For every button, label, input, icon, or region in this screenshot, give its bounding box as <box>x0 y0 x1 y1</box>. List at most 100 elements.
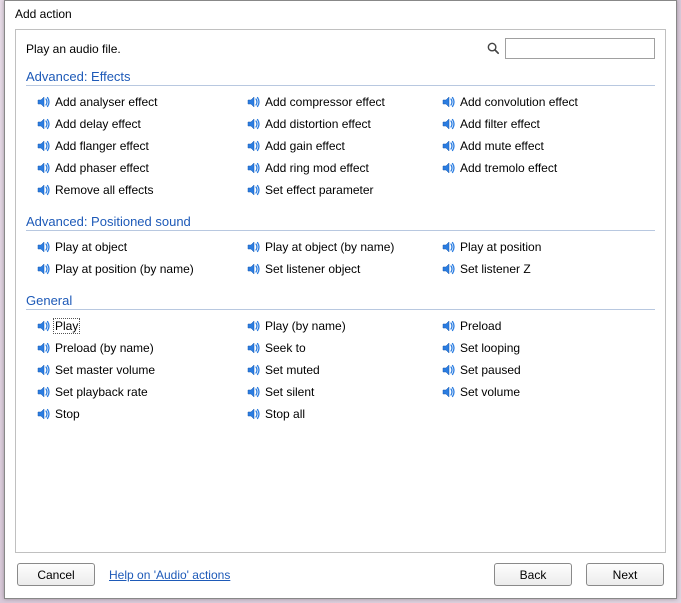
action-item-label: Add ring mod effect <box>264 161 370 175</box>
action-item[interactable]: Add delay effect <box>36 114 146 134</box>
sound-icon <box>441 384 457 400</box>
action-item[interactable]: Add compressor effect <box>246 92 390 112</box>
sound-icon <box>36 384 52 400</box>
action-item[interactable]: Add filter effect <box>441 114 545 134</box>
action-item[interactable]: Play at position (by name) <box>36 259 199 279</box>
action-item-label: Set listener Z <box>459 262 532 276</box>
sound-icon <box>36 182 52 198</box>
action-item-label: Set volume <box>459 385 521 399</box>
action-item-label: Play <box>53 318 80 334</box>
back-button[interactable]: Back <box>494 563 572 586</box>
action-item[interactable]: Play at object <box>36 237 132 257</box>
action-item[interactable]: Set listener object <box>246 259 365 279</box>
sound-icon <box>36 160 52 176</box>
action-item[interactable]: Add flanger effect <box>36 136 154 156</box>
sound-icon <box>246 406 262 422</box>
action-item[interactable]: Play at object (by name) <box>246 237 399 257</box>
action-item-label: Add filter effect <box>459 117 541 131</box>
sound-icon <box>36 362 52 378</box>
group-grid: Play at object Play at object (by name) Pl… <box>26 237 655 279</box>
action-item[interactable]: Add mute effect <box>441 136 549 156</box>
action-item[interactable]: Preload <box>441 316 506 336</box>
action-item-label: Stop all <box>264 407 306 421</box>
action-item-label: Add delay effect <box>54 117 142 131</box>
action-item-label: Preload <box>459 319 502 333</box>
action-item[interactable]: Add analyser effect <box>36 92 163 112</box>
search-input[interactable] <box>505 38 655 59</box>
footer: Cancel Help on 'Audio' actions Back Next <box>5 553 676 598</box>
cancel-button[interactable]: Cancel <box>17 563 95 586</box>
groups-host: Advanced: EffectsAdd analyser effectAdd … <box>26 69 655 424</box>
sound-icon <box>441 239 457 255</box>
action-item-label: Set looping <box>459 341 521 355</box>
action-item-label: Set muted <box>264 363 321 377</box>
action-item-label: Add mute effect <box>459 139 545 153</box>
action-item-label: Play at object <box>54 240 128 254</box>
action-item[interactable]: Set paused <box>441 360 526 380</box>
action-item-label: Set master volume <box>54 363 156 377</box>
action-item[interactable]: Set listener Z <box>441 259 536 279</box>
content-panel: Play an audio file. Advanced: EffectsAdd… <box>15 29 666 553</box>
sound-icon <box>441 318 457 334</box>
sound-icon <box>441 340 457 356</box>
sound-icon <box>246 362 262 378</box>
sound-icon <box>36 406 52 422</box>
action-item-label: Add analyser effect <box>54 95 159 109</box>
action-item[interactable]: Add phaser effect <box>36 158 154 178</box>
sound-icon <box>441 94 457 110</box>
action-item[interactable]: Set effect parameter <box>246 180 379 200</box>
sound-icon <box>246 138 262 154</box>
help-link[interactable]: Help on 'Audio' actions <box>109 568 230 582</box>
sound-icon <box>36 239 52 255</box>
action-item[interactable]: Add tremolo effect <box>441 158 562 178</box>
action-item[interactable]: Set muted <box>246 360 325 380</box>
sound-icon <box>36 318 52 334</box>
action-item[interactable]: Preload (by name) <box>36 338 159 358</box>
sound-icon <box>441 116 457 132</box>
action-item[interactable]: Play at position <box>441 237 546 257</box>
sound-icon <box>36 340 52 356</box>
action-item[interactable]: Stop all <box>246 404 310 424</box>
search-icon <box>486 41 501 59</box>
sound-icon <box>246 261 262 277</box>
window-title: Add action <box>5 1 676 25</box>
action-item-label: Play at position (by name) <box>54 262 195 276</box>
action-item-label: Stop <box>54 407 81 421</box>
action-item-label: Play at object (by name) <box>264 240 395 254</box>
action-item-label: Add compressor effect <box>264 95 386 109</box>
action-item-label: Add convolution effect <box>459 95 579 109</box>
action-item-label: Add gain effect <box>264 139 346 153</box>
action-item[interactable]: Seek to <box>246 338 311 358</box>
action-item-label: Set listener object <box>264 262 361 276</box>
action-item-label: Add flanger effect <box>54 139 150 153</box>
action-item[interactable]: Play <box>36 316 84 336</box>
action-item[interactable]: Stop <box>36 404 85 424</box>
action-item[interactable]: Play (by name) <box>246 316 351 336</box>
sound-icon <box>246 94 262 110</box>
action-item[interactable]: Set master volume <box>36 360 160 380</box>
sound-icon <box>441 362 457 378</box>
action-item[interactable]: Set looping <box>441 338 525 358</box>
next-button[interactable]: Next <box>586 563 664 586</box>
action-item[interactable]: Add gain effect <box>246 136 350 156</box>
sound-icon <box>246 340 262 356</box>
action-item[interactable]: Add distortion effect <box>246 114 376 134</box>
action-item[interactable]: Add convolution effect <box>441 92 583 112</box>
action-item-label: Play at position <box>459 240 542 254</box>
action-item-label: Seek to <box>264 341 307 355</box>
group-grid: Play Play (by name) Preload Preload (by nam… <box>26 316 655 424</box>
action-item[interactable]: Set silent <box>246 382 319 402</box>
sound-icon <box>246 182 262 198</box>
group-grid: Add analyser effect Add compressor effect… <box>26 92 655 200</box>
action-item[interactable]: Remove all effects <box>36 180 159 200</box>
action-item-label: Set silent <box>264 385 315 399</box>
sound-icon <box>246 384 262 400</box>
action-item[interactable]: Add ring mod effect <box>246 158 374 178</box>
action-item-label: Play (by name) <box>264 319 347 333</box>
action-item[interactable]: Set playback rate <box>36 382 153 402</box>
sound-icon <box>246 239 262 255</box>
action-item-label: Add tremolo effect <box>459 161 558 175</box>
action-item[interactable]: Set volume <box>441 382 525 402</box>
action-item-label: Set effect parameter <box>264 183 375 197</box>
action-description: Play an audio file. <box>26 42 486 56</box>
